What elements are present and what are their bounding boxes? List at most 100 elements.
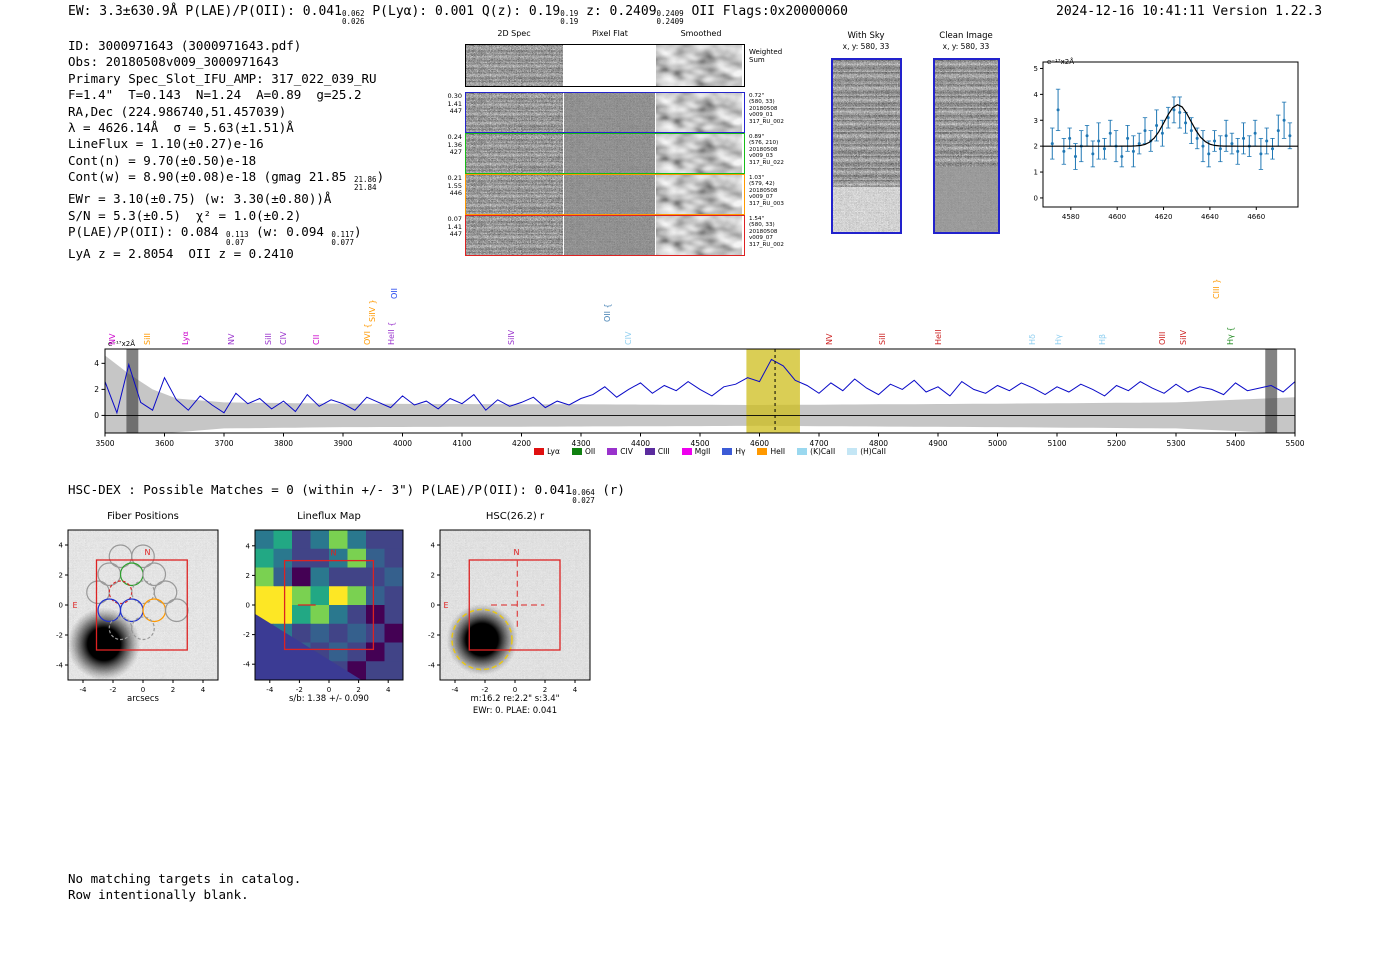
emission-line-label: CIII } bbox=[1211, 278, 1221, 299]
header-summary: EW: 3.3±630.9Å P(LAE)/P(OII): 0.041 0.062… bbox=[68, 4, 848, 26]
map-cell bbox=[273, 530, 293, 550]
data-point bbox=[1131, 149, 1135, 153]
svg-text:-4: -4 bbox=[56, 662, 64, 670]
map-cell bbox=[273, 567, 293, 587]
weighted-2dspec-image bbox=[466, 45, 563, 86]
cutout-row bbox=[465, 133, 745, 174]
map-cell bbox=[329, 567, 348, 587]
data-point bbox=[1253, 131, 1257, 135]
noise-texture bbox=[466, 45, 563, 86]
svg-text:-2: -2 bbox=[296, 686, 303, 694]
map-cell bbox=[292, 548, 311, 568]
map-cell bbox=[384, 548, 404, 568]
noise-texture bbox=[564, 134, 655, 173]
noise-texture bbox=[466, 175, 563, 214]
svg-text:2: 2 bbox=[356, 686, 360, 694]
emission-line-label: OII { bbox=[603, 303, 613, 322]
elixer-detection-report: EW: 3.3±630.9Å P(LAE)/P(OII): 0.041 0.062… bbox=[0, 0, 1400, 953]
legend-swatch bbox=[571, 448, 582, 455]
emission-line-label: Hγ bbox=[1053, 334, 1063, 345]
legend-swatch bbox=[607, 448, 618, 455]
linefit-units-annotation: e⁻¹⁷x2Å bbox=[1047, 58, 1074, 66]
emission-line-label: CII bbox=[311, 334, 321, 345]
legend-swatch bbox=[681, 448, 692, 455]
svg-text:-4: -4 bbox=[243, 661, 251, 669]
noise-texture bbox=[656, 45, 742, 86]
svg-text:0: 0 bbox=[513, 686, 517, 694]
map-cell bbox=[366, 605, 385, 625]
cutout-row bbox=[465, 174, 745, 215]
data-point bbox=[1097, 139, 1101, 143]
noise-texture bbox=[935, 60, 998, 167]
header-timestamp-version: 2024-12-16 10:41:11 Version 1.22.3 bbox=[1056, 4, 1323, 19]
map-cell bbox=[329, 623, 348, 643]
info-line: Obs: 20180508v009_3000971643 bbox=[68, 54, 279, 70]
cutout-pixelflat bbox=[564, 134, 655, 173]
map-cell bbox=[310, 548, 330, 568]
legend-item: CIII bbox=[644, 447, 670, 456]
svg-text:4: 4 bbox=[59, 542, 64, 550]
svg-text:4580: 4580 bbox=[1062, 213, 1080, 221]
svg-text:-4: -4 bbox=[266, 686, 274, 694]
legend-item: Lyα bbox=[534, 447, 560, 456]
emission-line-label: Hγ { bbox=[1226, 326, 1236, 345]
svg-text:3800: 3800 bbox=[274, 439, 293, 448]
cutout-row-annotation: 1.03" (579, 42) 20180508 v009_07 317_RU_003 bbox=[749, 175, 784, 207]
map-cell bbox=[255, 530, 274, 550]
emission-line-label: Hβ bbox=[1097, 333, 1107, 345]
masked-band bbox=[126, 349, 139, 433]
svg-text:0: 0 bbox=[431, 602, 435, 610]
svg-text:E: E bbox=[443, 601, 448, 610]
data-point bbox=[1143, 129, 1147, 133]
lineflux-map-xlabel: s/b: 1.38 +/- 0.090 bbox=[289, 694, 369, 704]
with-sky-coords: x, y: 580, 33 bbox=[842, 42, 890, 51]
legend-item: HeII bbox=[757, 447, 785, 456]
info-line: Cont(w) = 8.90(±0.08)e-18 (gmag 21.85 21… bbox=[68, 169, 385, 192]
svg-text:-2: -2 bbox=[482, 686, 489, 694]
cutout-row-metrics: 0.21 1.55 446 bbox=[447, 174, 462, 198]
svg-text:2: 2 bbox=[543, 686, 547, 694]
svg-text:3500: 3500 bbox=[95, 439, 114, 448]
map-cell bbox=[273, 586, 293, 606]
data-point bbox=[1056, 108, 1060, 112]
info-line: LyA z = 2.8054 OII z = 0.2410 bbox=[68, 246, 294, 262]
weighted-sum-row bbox=[465, 44, 745, 87]
info-line: P(LAE)/P(OII): 0.084 0.113 0.07 (w: 0.094… bbox=[68, 224, 362, 247]
data-point bbox=[1271, 147, 1274, 151]
map-cell bbox=[347, 586, 367, 606]
data-point bbox=[1050, 142, 1054, 146]
value-uncertainty: 21.86 21.84 bbox=[353, 175, 377, 192]
svg-text:0: 0 bbox=[94, 411, 99, 420]
info-line: λ = 4626.14Å σ = 5.63(±1.51)Å bbox=[68, 120, 294, 136]
data-point bbox=[1288, 134, 1292, 138]
map-cell bbox=[292, 567, 311, 587]
map-cell bbox=[366, 623, 385, 643]
cutout-smoothed bbox=[656, 216, 742, 255]
data-point bbox=[1172, 108, 1176, 112]
data-point bbox=[1207, 152, 1211, 156]
map-cell bbox=[273, 605, 293, 625]
map-cell bbox=[292, 605, 311, 625]
emission-line-label: SiIV } bbox=[368, 299, 378, 322]
svg-text:4: 4 bbox=[246, 542, 251, 550]
legend-item: OII bbox=[571, 447, 595, 456]
svg-text:0: 0 bbox=[141, 686, 145, 694]
data-point bbox=[1085, 134, 1089, 138]
info-line: ID: 3000971643 (3000971643.pdf) bbox=[68, 38, 302, 53]
map-cell bbox=[347, 530, 367, 550]
noise-texture bbox=[833, 187, 900, 232]
svg-text:4: 4 bbox=[201, 686, 206, 694]
svg-text:-2: -2 bbox=[428, 632, 435, 640]
map-cell bbox=[329, 530, 348, 550]
legend-swatch bbox=[847, 448, 858, 455]
svg-text:4000: 4000 bbox=[393, 439, 412, 448]
svg-text:4: 4 bbox=[94, 359, 99, 368]
svg-text:0: 0 bbox=[327, 686, 331, 694]
cutout-2dspec bbox=[466, 216, 563, 255]
data-point bbox=[1236, 149, 1240, 153]
svg-text:2: 2 bbox=[59, 572, 63, 580]
with-sky-image bbox=[831, 58, 902, 234]
noise-texture bbox=[656, 175, 742, 214]
emission-line-label: SiIV bbox=[1178, 329, 1188, 345]
legend-swatch bbox=[644, 448, 655, 455]
